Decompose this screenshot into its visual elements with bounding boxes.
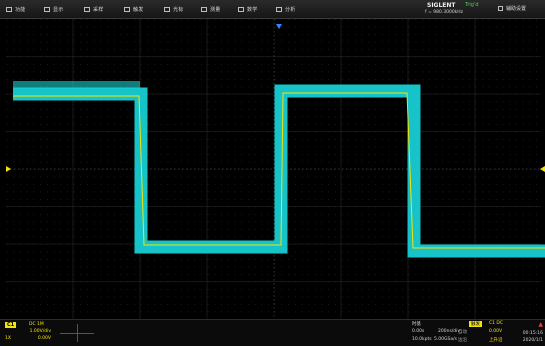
menu-item-label: 测量 [210,7,221,13]
function-icon [6,7,12,12]
channel-offset: 0.00V [37,336,51,341]
timebase-title: 时基 [412,322,421,327]
clock-panel: ▲ 00:15:16 2020/1/1 [515,321,545,345]
timebase-delay: 0.00s [412,329,425,334]
menu-item-label: 触发 [133,7,144,13]
waveform-svg [6,19,545,319]
menu-item-label: 光标 [173,7,184,13]
menu-item-label: 辅助设置 [506,6,527,12]
timebase-info[interactable]: 时基 0.00s 200ns/div 10.0kpts 5.00GSa/s 自动… [412,321,467,345]
trigger-slope: 上升沿 [489,338,503,343]
menu-item-cursor[interactable]: 光标 [164,5,183,14]
menu-item-acquire[interactable]: 采样 [84,5,103,14]
menu-item-math[interactable]: 数学 [238,5,257,14]
settings-icon [498,6,503,11]
menu-item-trigger[interactable]: 触发 [124,5,143,14]
memory-depth: 10.0kpts [412,337,432,342]
math-icon [238,7,244,12]
menu-item-label: 采样 [93,7,104,13]
menu-item-system[interactable]: 辅助设置 [498,5,526,12]
timebase-scale: 200ns/div [438,329,461,334]
cursor-icon [164,7,170,12]
channel-scale: 1.00V/div [29,329,51,334]
waveform-area[interactable] [0,19,545,319]
thumbnail-vline [77,324,78,342]
menu-bar: 功能 显示 采样 触发 光标 测量 数学 分析 SIGLENT Trig'd f… [0,0,545,19]
analysis-icon [276,7,282,12]
trigger-level: 0.00V [489,329,503,334]
status-bar: C1 DC 1M 1.00V/div 1X 0.00V 时基 0.00s 200… [0,319,545,346]
warning-icon: ▲ [538,321,543,328]
menu-item-label: 数学 [247,7,258,13]
trigger-info[interactable]: 触发 C1 DC 0.00V 上升沿 [469,321,511,345]
menu-item-display[interactable]: 显示 [44,5,63,14]
channel1-info[interactable]: C1 DC 1M 1.00V/div 1X 0.00V [3,322,51,344]
clock-date: 2020/1/1 [522,338,543,343]
acquire-icon [84,7,90,12]
menu-item-measure[interactable]: 测量 [201,5,220,14]
measure-icon [201,7,207,12]
overview-thumbnail [60,324,94,342]
frequency-readout: f = 980.3000kHz [425,10,464,15]
menu-item-function[interactable]: 功能 [6,5,25,14]
menu-item-analysis[interactable]: 分析 [276,5,295,14]
timebase-mode-b: 边沿 [458,338,467,343]
menu-item-label: 分析 [285,7,296,13]
display-icon [44,7,50,12]
brand-logo: SIGLENT [427,2,456,9]
menu-item-label: 显示 [53,7,64,13]
sample-rate: 5.00GSa/s [434,337,457,342]
trigger-source: C1 DC [489,321,504,326]
clock-time: 00:15:16 [522,331,543,336]
channel-probe: 1X [5,336,11,341]
timebase-mode-a: 自动 [458,330,467,335]
trigger-title: 触发 [469,321,482,327]
channel-tag: C1 [5,322,17,328]
menu-item-label: 功能 [15,7,26,13]
trigger-icon [124,7,130,12]
channel-coupling: DC 1M [29,322,44,327]
trigger-status: Trig'd [465,2,479,8]
